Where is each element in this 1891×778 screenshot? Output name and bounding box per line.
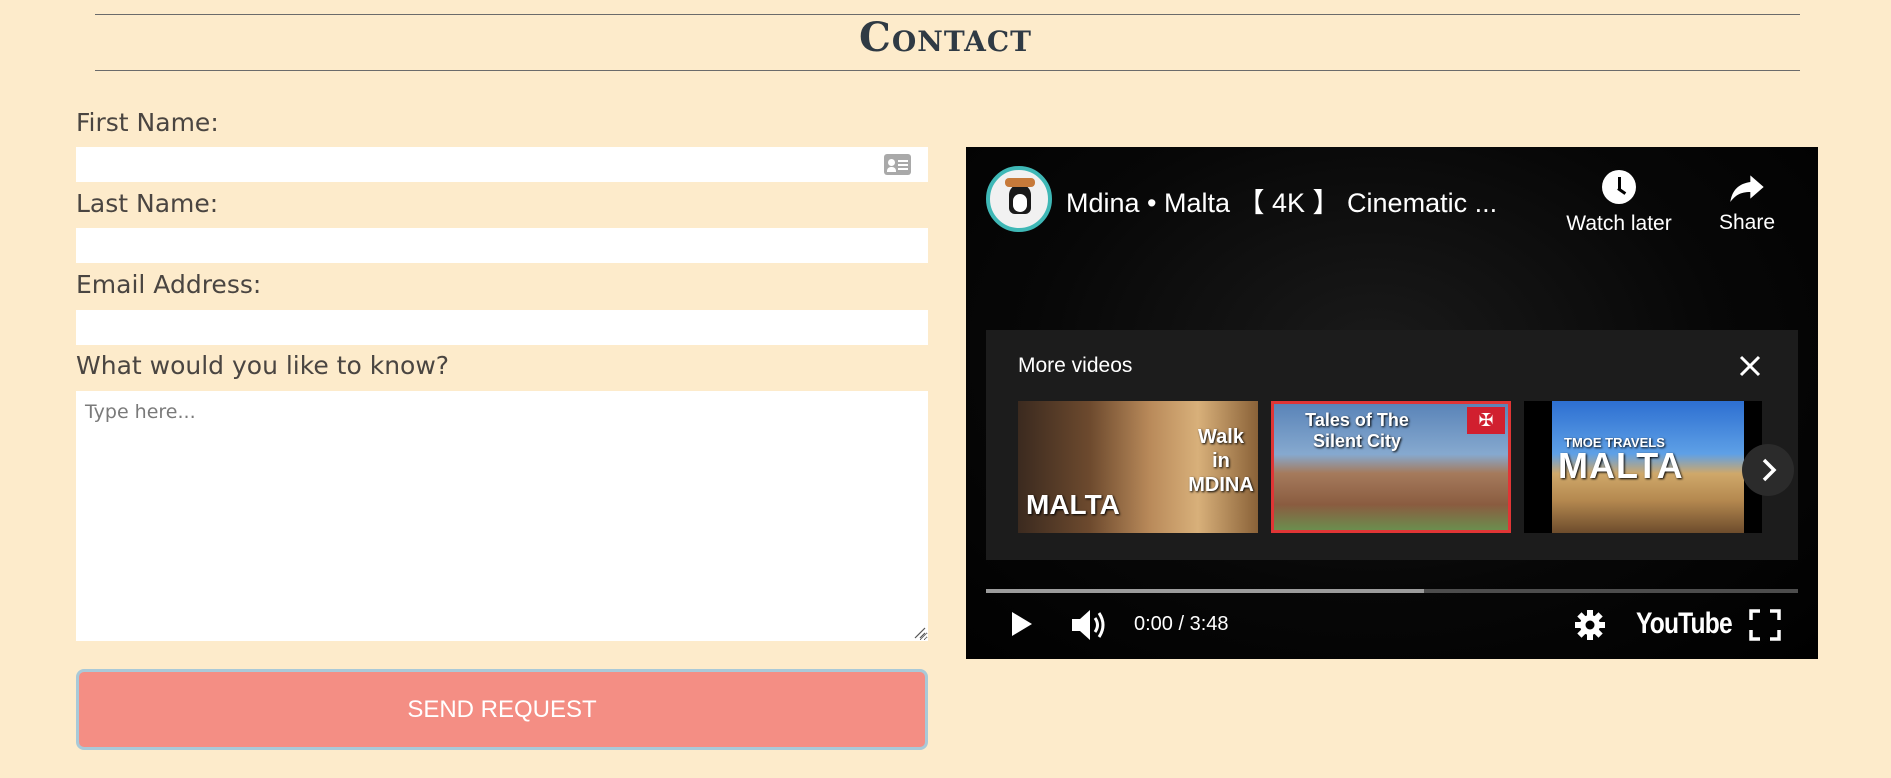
time-display: 0:00 / 3:48 bbox=[1134, 613, 1229, 635]
thumbnail-text: MALTA bbox=[1026, 489, 1120, 520]
page-title: Contact bbox=[859, 14, 1032, 61]
email-label: Email Address: bbox=[76, 270, 262, 299]
header-rule-bottom bbox=[95, 70, 1800, 71]
more-videos-panel: More videos MALTA Walk in MDINA Tales of… bbox=[986, 330, 1798, 560]
last-name-label: Last Name: bbox=[76, 189, 219, 218]
last-name-input[interactable] bbox=[76, 228, 928, 263]
chevron-right-icon bbox=[1762, 458, 1777, 482]
clock-icon bbox=[1602, 170, 1636, 204]
email-input[interactable] bbox=[76, 310, 928, 345]
play-icon[interactable] bbox=[1006, 609, 1036, 639]
video-thumbnail[interactable]: TMOE TRAVELS MALTA bbox=[1524, 401, 1762, 533]
watch-later-button[interactable]: Watch later bbox=[1556, 167, 1682, 236]
video-player[interactable]: Mdina • Malta 【 4K 】 Cinematic ... Watch… bbox=[966, 147, 1818, 659]
video-title[interactable]: Mdina • Malta 【 4K 】 Cinematic ... bbox=[1066, 181, 1536, 220]
channel-avatar[interactable] bbox=[986, 166, 1052, 232]
close-icon[interactable] bbox=[1736, 352, 1764, 380]
thumbnail-text: Walk in MDINA bbox=[1188, 426, 1254, 496]
thumbnail-text: MALTA bbox=[1558, 445, 1684, 486]
maltese-cross-icon: ✠ bbox=[1467, 407, 1505, 434]
thumbnail-text: Tales of The Silent City bbox=[1305, 410, 1409, 451]
first-name-input[interactable] bbox=[76, 147, 928, 182]
first-name-label: First Name: bbox=[76, 108, 219, 137]
share-icon bbox=[1730, 175, 1764, 202]
youtube-logo[interactable]: YouTube bbox=[1636, 607, 1733, 641]
send-request-button[interactable]: SEND REQUEST bbox=[76, 669, 928, 750]
video-thumbnail[interactable]: Tales of The Silent City ✠ bbox=[1271, 401, 1511, 533]
message-textarea[interactable] bbox=[76, 391, 928, 641]
more-videos-title: More videos bbox=[1018, 354, 1133, 377]
volume-icon[interactable] bbox=[1070, 607, 1110, 643]
message-label: What would you like to know? bbox=[76, 351, 450, 380]
share-button[interactable]: Share bbox=[1706, 167, 1788, 235]
fullscreen-icon[interactable] bbox=[1749, 609, 1781, 641]
watch-later-label: Watch later bbox=[1566, 212, 1672, 235]
video-thumbnail[interactable]: MALTA Walk in MDINA bbox=[1018, 401, 1258, 533]
contact-card-icon[interactable] bbox=[884, 154, 911, 175]
next-videos-button[interactable] bbox=[1742, 444, 1794, 496]
share-label: Share bbox=[1718, 211, 1776, 234]
progress-bar[interactable] bbox=[986, 589, 1798, 593]
resize-grip-icon[interactable] bbox=[914, 627, 926, 639]
progress-loaded bbox=[986, 589, 1425, 593]
gear-icon[interactable] bbox=[1574, 609, 1606, 641]
